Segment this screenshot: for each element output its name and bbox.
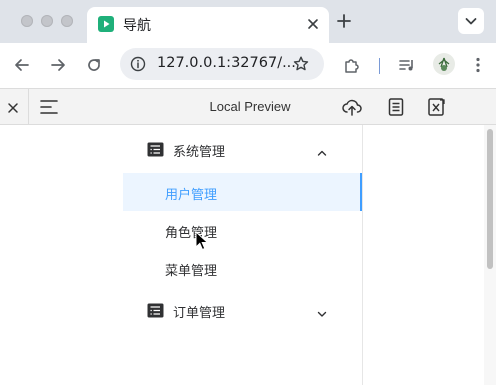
browser-toolbar: 127.0.0.1:32767/... bbox=[0, 43, 496, 88]
preview-title: Local Preview bbox=[209, 99, 291, 114]
profile-avatar[interactable] bbox=[433, 53, 455, 75]
maximize-window-button[interactable] bbox=[61, 15, 73, 27]
toolbar-separator bbox=[379, 58, 380, 74]
more-menu-icon[interactable] bbox=[468, 55, 488, 75]
preview-divider bbox=[28, 89, 29, 124]
play-favicon-icon bbox=[98, 16, 114, 32]
formula-document-icon[interactable] bbox=[425, 97, 447, 117]
document-icon bbox=[147, 303, 164, 318]
chevron-up-icon bbox=[316, 144, 328, 156]
bookmark-star-icon[interactable] bbox=[292, 55, 310, 73]
side-navigation-menu: 系统管理 用户管理 角色管理 菜单管理 订单管理 bbox=[0, 125, 362, 385]
menu-item-menu-management[interactable]: 菜单管理 bbox=[123, 249, 362, 287]
menu-right-border bbox=[362, 125, 363, 385]
back-arrow-icon[interactable] bbox=[12, 55, 32, 75]
new-tab-plus-icon[interactable] bbox=[334, 11, 354, 31]
chevron-down-icon bbox=[316, 305, 328, 317]
address-bar[interactable]: 127.0.0.1:32767/... bbox=[120, 48, 324, 80]
scrollbar-thumb[interactable] bbox=[487, 129, 493, 269]
menu-group-label: 订单管理 bbox=[173, 306, 226, 321]
close-window-button[interactable] bbox=[21, 15, 33, 27]
reload-icon[interactable] bbox=[84, 55, 104, 75]
menu-item-label: 角色管理 bbox=[165, 226, 218, 241]
menu-item-label: 用户管理 bbox=[165, 188, 218, 203]
close-preview-icon[interactable] bbox=[6, 100, 20, 114]
document-list-icon[interactable] bbox=[385, 97, 407, 117]
tab-close-icon[interactable] bbox=[305, 16, 321, 32]
hamburger-menu-icon[interactable] bbox=[39, 98, 59, 116]
site-info-icon[interactable] bbox=[130, 56, 146, 72]
page-content: 系统管理 用户管理 角色管理 菜单管理 订单管理 bbox=[0, 125, 496, 385]
tab-strip: 导航 bbox=[0, 0, 496, 43]
menu-item-label: 菜单管理 bbox=[165, 264, 218, 279]
preview-bar: Local Preview bbox=[0, 88, 496, 125]
extensions-puzzle-icon[interactable] bbox=[342, 55, 362, 75]
url-text: 127.0.0.1:32767/... bbox=[157, 55, 296, 71]
tab-title: 导航 bbox=[123, 18, 151, 34]
upload-cloud-icon[interactable] bbox=[341, 97, 363, 117]
tab-search-button[interactable] bbox=[458, 8, 484, 34]
minimize-window-button[interactable] bbox=[41, 15, 53, 27]
browser-tab[interactable]: 导航 bbox=[87, 7, 329, 43]
menu-group-order[interactable]: 订单管理 bbox=[0, 291, 362, 331]
forward-arrow-icon[interactable] bbox=[48, 55, 68, 75]
media-controls-icon[interactable] bbox=[397, 55, 417, 75]
browser-window: 导航 127.0.0.1:32767/... Local Preview 系统管… bbox=[0, 0, 496, 385]
mouse-pointer-icon bbox=[195, 230, 209, 251]
vertical-scrollbar[interactable] bbox=[484, 125, 496, 385]
menu-item-user-management[interactable]: 用户管理 bbox=[123, 173, 362, 211]
menu-group-system[interactable]: 系统管理 bbox=[0, 130, 362, 170]
document-icon bbox=[147, 142, 164, 157]
menu-group-label: 系统管理 bbox=[173, 145, 226, 160]
menu-item-role-management[interactable]: 角色管理 bbox=[123, 211, 362, 249]
